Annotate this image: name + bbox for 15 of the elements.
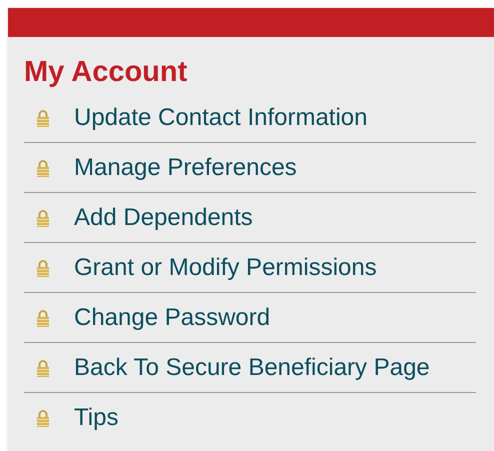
account-link[interactable]: Tips <box>74 404 118 432</box>
lock-icon <box>36 258 50 276</box>
account-link[interactable]: Grant or Modify Permissions <box>74 254 377 282</box>
lock-icon <box>36 408 50 426</box>
section-title: My Account <box>24 55 188 89</box>
account-link[interactable]: Back To Secure Beneficiary Page <box>74 354 430 382</box>
account-link[interactable]: Manage Preferences <box>74 154 297 182</box>
account-link[interactable]: Change Password <box>74 304 270 332</box>
lock-icon <box>36 158 50 176</box>
account-link[interactable]: Update Contact Information <box>74 104 368 132</box>
account-link[interactable]: Add Dependents <box>74 204 253 232</box>
lock-icon <box>36 208 50 226</box>
lock-icon <box>36 108 50 126</box>
lock-icon <box>36 358 50 376</box>
lock-icon <box>36 308 50 326</box>
